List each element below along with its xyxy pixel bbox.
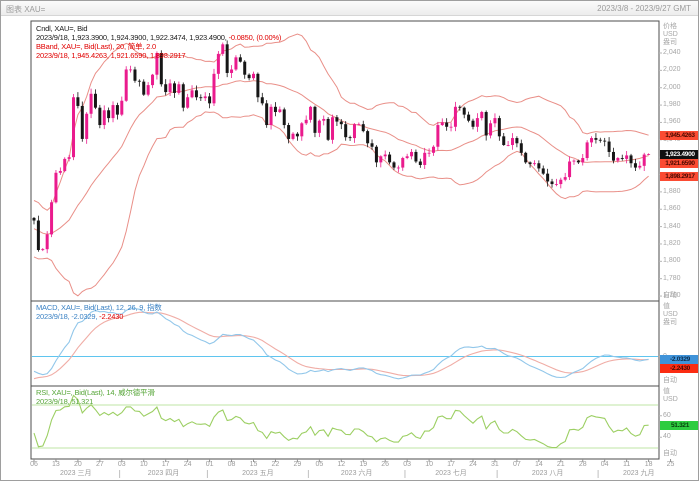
legend-text: -0.0850, (0.00%)	[229, 33, 282, 42]
legend-text: Cndl, XAU=, Bid	[36, 24, 87, 33]
rsi-legend-line-2: 2023/9/18, 51.321	[36, 397, 93, 406]
rsi-legend-line-1: RSI, XAU=, Bid(Last), 14, 威尔德平滑	[36, 388, 155, 397]
time-axis[interactable]	[1, 459, 699, 481]
price-legend-line-1: Cndl, XAU=, Bid	[36, 24, 87, 33]
legend-text: -2.2430	[99, 312, 123, 321]
rsi-axis[interactable]	[659, 386, 699, 459]
price-legend-line-4: 2023/9/18, 1,945.4263, 1,921.6590, 1,898…	[36, 51, 185, 60]
legend-text: 2023/9/18, 1,923.3900, 1,924.3900, 1,922…	[36, 33, 229, 42]
legend-text: MACD, XAU=, Bid(Last), 12, 26, 9, 指数	[36, 303, 162, 312]
chart-labels-layer: Cndl, XAU=, Bid2023/9/18, 1,923.3900, 1,…	[1, 1, 699, 481]
price-legend-line-3: BBand, XAU=, Bid(Last), 20, 简单, 2.0	[36, 42, 156, 51]
legend-text: 2023/9/18, -2.0329,	[36, 312, 99, 321]
macd-axis[interactable]	[659, 301, 699, 386]
macd-legend-line-1: MACD, XAU=, Bid(Last), 12, 26, 9, 指数	[36, 303, 162, 312]
legend-text: RSI, XAU=, Bid(Last), 14, 威尔德平滑	[36, 388, 155, 397]
legend-text: BBand, XAU=, Bid(Last), 20, 简单, 2.0	[36, 42, 156, 51]
legend-text: 2023/9/18, 51.321	[36, 397, 93, 406]
chart-window: 图表 XAU= 2023/3/8 - 2023/9/27 GMT Cndl, X…	[0, 0, 699, 481]
legend-text: 2023/9/18, 1,945.4263, 1,921.6590, 1,898…	[36, 51, 185, 60]
macd-legend-line-2: 2023/9/18, -2.0329, -2.2430	[36, 312, 123, 321]
price-legend-line-2: 2023/9/18, 1,923.3900, 1,924.3900, 1,922…	[36, 33, 281, 42]
price-axis[interactable]	[659, 21, 699, 301]
